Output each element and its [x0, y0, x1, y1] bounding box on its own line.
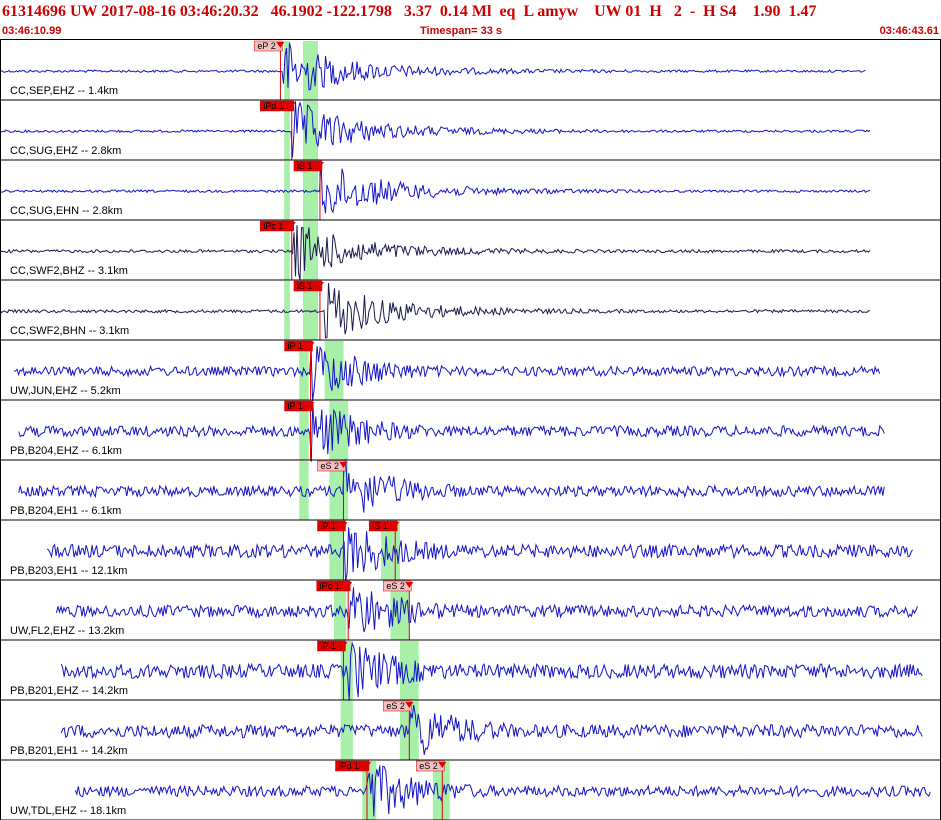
pick-label: iS 1 [372, 521, 388, 531]
waveform-trace [0, 283, 870, 339]
station-label: PB,B201,EH1 -- 14.2km [10, 745, 127, 757]
station-label: CC,SEP,EHZ -- 1.4km [10, 85, 118, 97]
channel-row[interactable]: iP 1 PB,B204,EHZ -- 6.1km [0, 400, 941, 462]
station-label: CC,SWF2,BHZ -- 3.1km [10, 265, 128, 277]
pick-label: eS 2 [386, 581, 405, 591]
pick-label: iP 1 [288, 341, 303, 351]
station-label: CC,SWF2,BHN -- 3.1km [10, 325, 129, 337]
station-label: CC,SUG,EHZ -- 2.8km [10, 145, 121, 157]
pick-label: eS 2 [386, 701, 405, 711]
waveform-trace [14, 345, 881, 402]
pick-label: iPc 1 [263, 221, 283, 231]
pick-label: iPd 1 [263, 101, 284, 111]
channel-row[interactable]: eS 2 PB,B204,EH1 -- 6.1km [0, 458, 941, 521]
station-label: PB,B203,EH1 -- 12.1km [10, 565, 127, 577]
station-label: PB,B201,EHZ -- 14.2km [10, 685, 128, 697]
channel-row[interactable]: iP 1 PB,B201,EHZ -- 14.2km [0, 640, 941, 701]
waveform-trace [46, 527, 913, 582]
channel-row[interactable]: iPc 1 eS 2 UW,FL2,EHZ -- 13.2km [0, 580, 941, 641]
pick-window [299, 461, 309, 520]
channel-row[interactable]: iPd 1 CC,SUG,EHZ -- 2.8km [0, 100, 941, 161]
waveform-trace [18, 458, 885, 513]
pick-label: iS 1 [297, 281, 313, 291]
waveform-trace [0, 42, 866, 91]
channel-row[interactable]: eS 2 PB,B201,EH1 -- 14.2km [0, 700, 941, 761]
seismogram-panel[interactable]: eP 2 CC,SEP,EHZ -- 1.4km iPd 1 CC,SUG,EHZ -… [0, 0, 941, 820]
channel-row[interactable]: eP 2 CC,SEP,EHZ -- 1.4km [0, 40, 941, 101]
pick-label: iP 1 [320, 521, 335, 531]
pick-label: iPc 1 [320, 581, 340, 591]
pick-label: iP 1 [320, 641, 335, 651]
station-label: UW,JUN,EHZ -- 5.2km [10, 385, 121, 397]
channel-row[interactable]: iS 1 CC,SUG,EHN -- 2.8km [0, 159, 941, 221]
channel-row[interactable]: iPd 1 eS 2 UW,TDL,EHZ -- 18.1km [0, 760, 941, 820]
waveform-trace [0, 101, 871, 158]
waveform-trace [0, 225, 871, 281]
channel-row[interactable]: iPc 1 CC,SWF2,BHZ -- 3.1km [0, 220, 941, 281]
station-label: UW,FL2,EHZ -- 13.2km [10, 625, 124, 637]
channel-row[interactable]: iS 1 CC,SWF2,BHN -- 3.1km [0, 280, 941, 341]
pick-label: iS 1 [297, 161, 313, 171]
station-label: PB,B204,EHZ -- 6.1km [10, 445, 122, 457]
pick-label: iPd 1 [338, 761, 359, 771]
pick-label: eP 2 [257, 41, 275, 51]
pick-window [284, 281, 290, 340]
waveform-trace [74, 765, 931, 817]
pick-label: eS 2 [320, 461, 339, 471]
waveform-trace [18, 402, 885, 462]
pick-label: eS 2 [419, 761, 438, 771]
station-label: UW,TDL,EHZ -- 18.1km [10, 805, 126, 817]
waveform-trace [60, 641, 923, 701]
waveform-trace [0, 159, 871, 214]
pick-label: iP 1 [288, 401, 303, 411]
waveform-trace [56, 587, 918, 633]
station-label: CC,SUG,EHN -- 2.8km [10, 205, 122, 217]
waveform-trace [60, 705, 923, 755]
channel-row[interactable]: iP 1 UW,JUN,EHZ -- 5.2km [0, 340, 941, 402]
channel-row[interactable]: iP 1 iS 1 PB,B203,EH1 -- 12.1km [0, 520, 941, 582]
station-label: PB,B204,EH1 -- 6.1km [10, 505, 121, 517]
